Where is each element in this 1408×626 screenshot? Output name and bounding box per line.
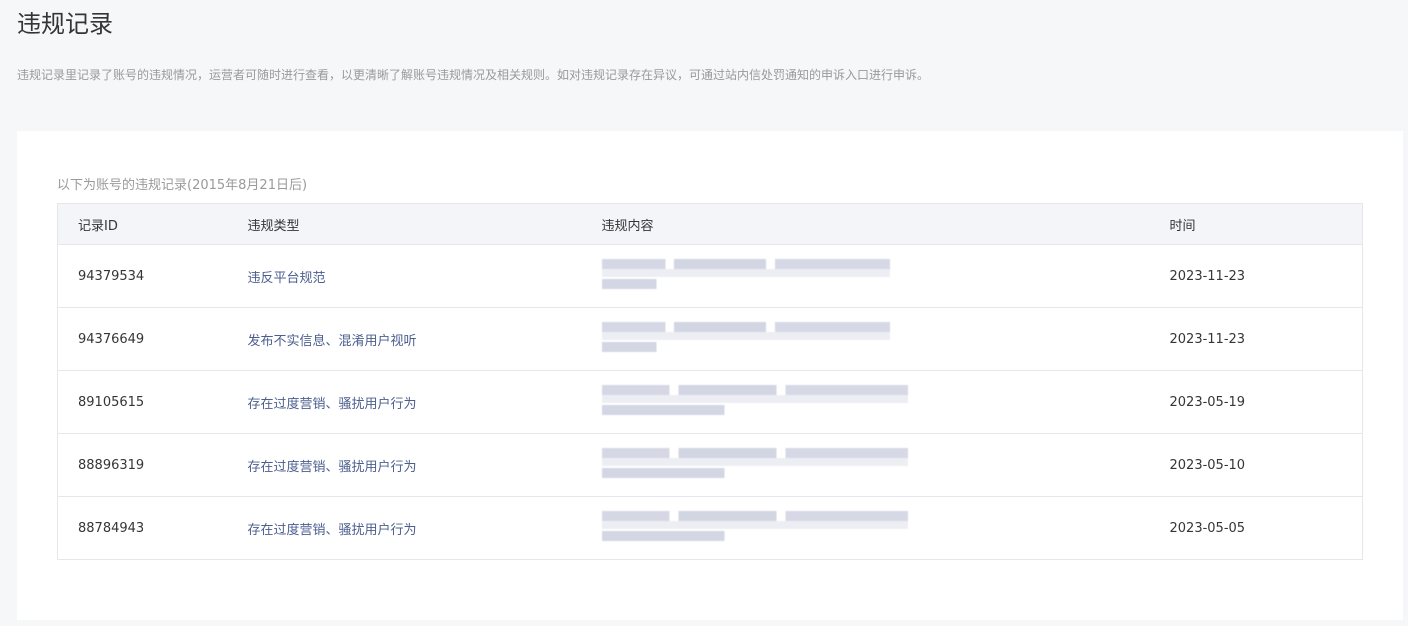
col-header-id: 记录ID — [57, 203, 248, 245]
table-header: 记录ID 违规类型 违规内容 时间 — [57, 203, 1363, 245]
blurred-content — [601, 511, 908, 545]
records-caption: 以下为账号的违规记录(2015年8月21日后) — [57, 178, 308, 193]
col-header-content: 违规内容 — [601, 203, 1170, 245]
col-header-type: 违规类型 — [247, 203, 602, 245]
record-time: 2023-05-05 — [1169, 496, 1363, 560]
record-id: 94379534 — [57, 244, 248, 308]
violation-type-link[interactable]: 存在过度营销、骚扰用户行为 — [248, 397, 417, 412]
record-id: 89105615 — [57, 370, 248, 434]
violation-type-link[interactable]: 存在过度营销、骚扰用户行为 — [248, 460, 417, 475]
blurred-content — [601, 259, 890, 293]
record-time: 2023-11-23 — [1169, 307, 1363, 371]
violation-type-link[interactable]: 存在过度营销、骚扰用户行为 — [248, 523, 417, 538]
record-id: 94376649 — [57, 307, 248, 371]
table-row: 94379534 违反平台规范 2023-11-23 — [57, 244, 1363, 308]
page-description: 违规记录里记录了账号的违规情况，运营者可随时进行查看，以更清晰了解账号违规情况及… — [17, 68, 930, 82]
blurred-content — [601, 448, 908, 482]
record-id: 88896319 — [57, 433, 248, 497]
table-row: 88896319 存在过度营销、骚扰用户行为 2023-05-10 — [57, 433, 1363, 497]
record-time: 2023-05-19 — [1169, 370, 1363, 434]
violation-type-link[interactable]: 发布不实信息、混淆用户视听 — [248, 334, 417, 349]
violation-table: 记录ID 违规类型 违规内容 时间 94379534 违反平台规范 2023-1… — [57, 203, 1363, 560]
violation-type-link[interactable]: 违反平台规范 — [248, 271, 326, 286]
record-time: 2023-11-23 — [1169, 244, 1363, 308]
records-card: 以下为账号的违规记录(2015年8月21日后) 记录ID 违规类型 违规内容 时… — [17, 131, 1403, 620]
blurred-content — [601, 385, 908, 419]
blurred-content — [601, 322, 890, 356]
col-header-time: 时间 — [1169, 203, 1363, 245]
record-time: 2023-05-10 — [1169, 433, 1363, 497]
table-row: 94376649 发布不实信息、混淆用户视听 2023-11-23 — [57, 307, 1363, 371]
table-row: 88784943 存在过度营销、骚扰用户行为 2023-05-05 — [57, 496, 1363, 560]
table-row: 89105615 存在过度营销、骚扰用户行为 2023-05-19 — [57, 370, 1363, 434]
page-title: 违规记录 — [17, 10, 113, 38]
record-id: 88784943 — [57, 496, 248, 560]
